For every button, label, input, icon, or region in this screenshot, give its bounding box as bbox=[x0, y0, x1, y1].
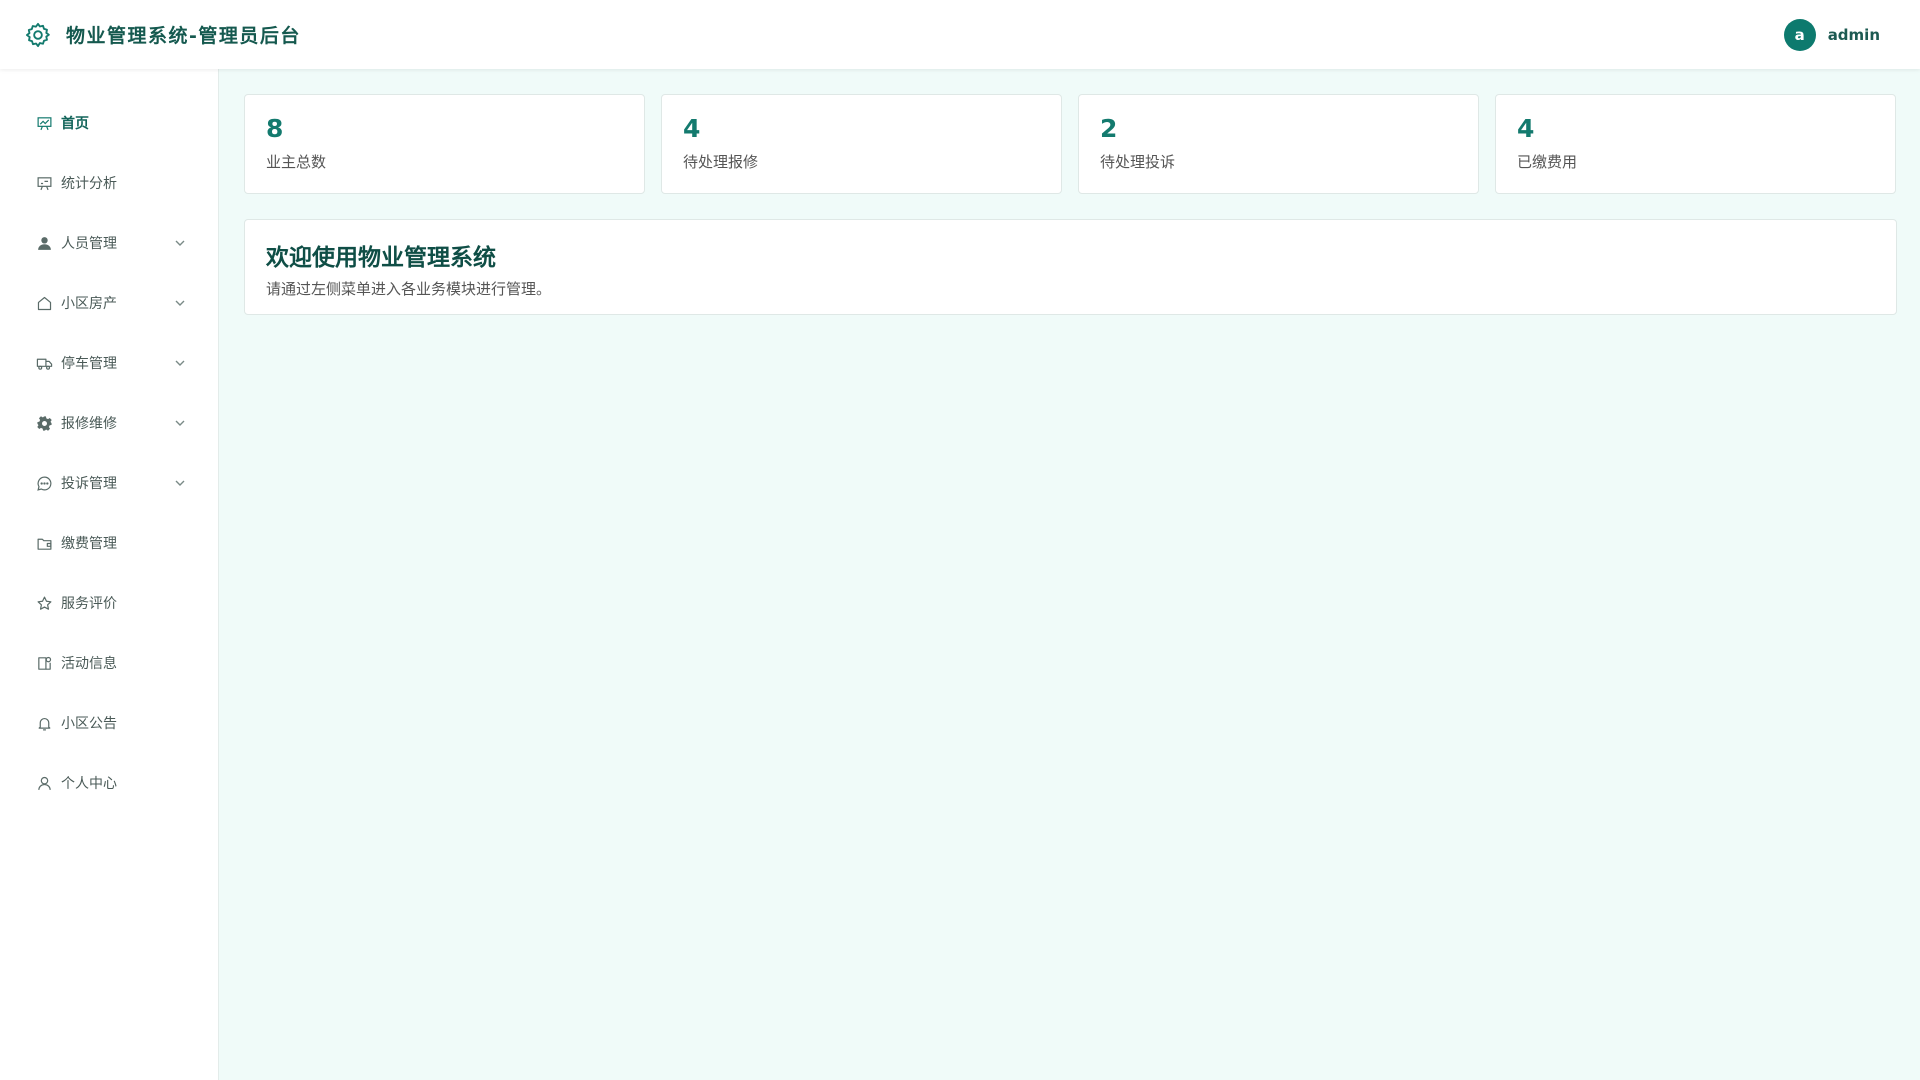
bell-icon bbox=[35, 714, 53, 732]
stat-label: 业主总数 bbox=[266, 153, 327, 171]
stat-label: 待处理报修 bbox=[683, 153, 759, 171]
main-content: 8 业主总数 4 待处理报修 2 待处理投诉 4 已缴费用 欢迎使用物业管理系统… bbox=[220, 69, 1920, 1080]
wallet-icon bbox=[35, 534, 53, 552]
sidebar-item-profile[interactable]: 个人中心 bbox=[0, 753, 218, 813]
truck-icon bbox=[35, 354, 53, 372]
stat-label: 已缴费用 bbox=[1517, 153, 1578, 171]
chart-board-icon bbox=[35, 114, 53, 132]
sidebar-item-label: 个人中心 bbox=[61, 776, 117, 792]
star-icon bbox=[35, 594, 53, 612]
app-title: 物业管理系统-管理员后台 bbox=[66, 25, 301, 47]
sidebar-item-label: 首页 bbox=[61, 116, 89, 132]
sidebar-item-activities[interactable]: 活动信息 bbox=[0, 633, 218, 693]
chevron-down-icon[interactable] bbox=[173, 417, 187, 429]
stat-value: 2 bbox=[1100, 114, 1118, 143]
welcome-description: 请通过左侧菜单进入各业务模块进行管理。 bbox=[266, 280, 552, 298]
stat-card-paid-fees: 4 已缴费用 bbox=[1495, 94, 1896, 194]
stat-card-owners: 8 业主总数 bbox=[244, 94, 645, 194]
user-menu[interactable]: a admin bbox=[1783, 0, 1880, 69]
chevron-down-icon[interactable] bbox=[173, 357, 187, 369]
gear-icon bbox=[24, 21, 52, 49]
chevron-down-icon[interactable] bbox=[173, 237, 187, 249]
sidebar-item-label: 投诉管理 bbox=[61, 476, 117, 492]
sidebar-item-service-rating[interactable]: 服务评价 bbox=[0, 573, 218, 633]
stat-card-pending-repairs: 4 待处理报修 bbox=[661, 94, 1062, 194]
chat-icon bbox=[35, 474, 53, 492]
sidebar-item-announcements[interactable]: 小区公告 bbox=[0, 693, 218, 753]
gear-icon bbox=[35, 414, 53, 432]
welcome-title: 欢迎使用物业管理系统 bbox=[266, 245, 496, 271]
welcome-card: 欢迎使用物业管理系统 请通过左侧菜单进入各业务模块进行管理。 bbox=[244, 219, 1897, 315]
sidebar-item-label: 统计分析 bbox=[61, 176, 117, 192]
top-header: 物业管理系统-管理员后台 a admin bbox=[0, 0, 1920, 69]
sidebar-item-label: 小区公告 bbox=[61, 716, 117, 732]
brand[interactable]: 物业管理系统-管理员后台 bbox=[24, 21, 301, 49]
user-icon bbox=[35, 234, 53, 252]
sidebar-item-property[interactable]: 小区房产 bbox=[0, 273, 218, 333]
sidebar-item-payments[interactable]: 缴费管理 bbox=[0, 513, 218, 573]
stats-row: 8 业主总数 4 待处理报修 2 待处理投诉 4 已缴费用 bbox=[244, 94, 1896, 194]
sidebar-item-personnel[interactable]: 人员管理 bbox=[0, 213, 218, 273]
username[interactable]: admin bbox=[1828, 26, 1880, 44]
stat-value: 4 bbox=[683, 114, 701, 143]
notebook-icon bbox=[35, 654, 53, 672]
sidebar-item-label: 停车管理 bbox=[61, 356, 117, 372]
sidebar-item-label: 小区房产 bbox=[61, 296, 117, 312]
sidebar-item-repair[interactable]: 报修维修 bbox=[0, 393, 218, 453]
sidebar-item-label: 报修维修 bbox=[61, 416, 117, 432]
avatar[interactable]: a bbox=[1783, 18, 1816, 51]
sidebar-item-statistics[interactable]: 统计分析 bbox=[0, 153, 218, 213]
sidebar-item-label: 服务评价 bbox=[61, 596, 117, 612]
sidebar-item-home[interactable]: 首页 bbox=[0, 93, 218, 153]
stat-card-pending-complaints: 2 待处理投诉 bbox=[1078, 94, 1479, 194]
chart-board-icon bbox=[35, 174, 53, 192]
sidebar: 首页 统计分析 人员管理 小区房产 停车管理 报修维修 投诉管理 缴费管理 服务… bbox=[0, 69, 219, 1080]
house-icon bbox=[35, 294, 53, 312]
sidebar-item-label: 活动信息 bbox=[61, 656, 117, 672]
stat-value: 4 bbox=[1517, 114, 1535, 143]
sidebar-item-label: 人员管理 bbox=[61, 236, 117, 252]
stat-label: 待处理投诉 bbox=[1100, 153, 1176, 171]
chevron-down-icon[interactable] bbox=[173, 297, 187, 309]
sidebar-item-complaints[interactable]: 投诉管理 bbox=[0, 453, 218, 513]
sidebar-item-label: 缴费管理 bbox=[61, 536, 117, 552]
sidebar-item-parking[interactable]: 停车管理 bbox=[0, 333, 218, 393]
chevron-down-icon[interactable] bbox=[173, 477, 187, 489]
stat-value: 8 bbox=[266, 114, 284, 143]
person-outline-icon bbox=[35, 774, 53, 792]
